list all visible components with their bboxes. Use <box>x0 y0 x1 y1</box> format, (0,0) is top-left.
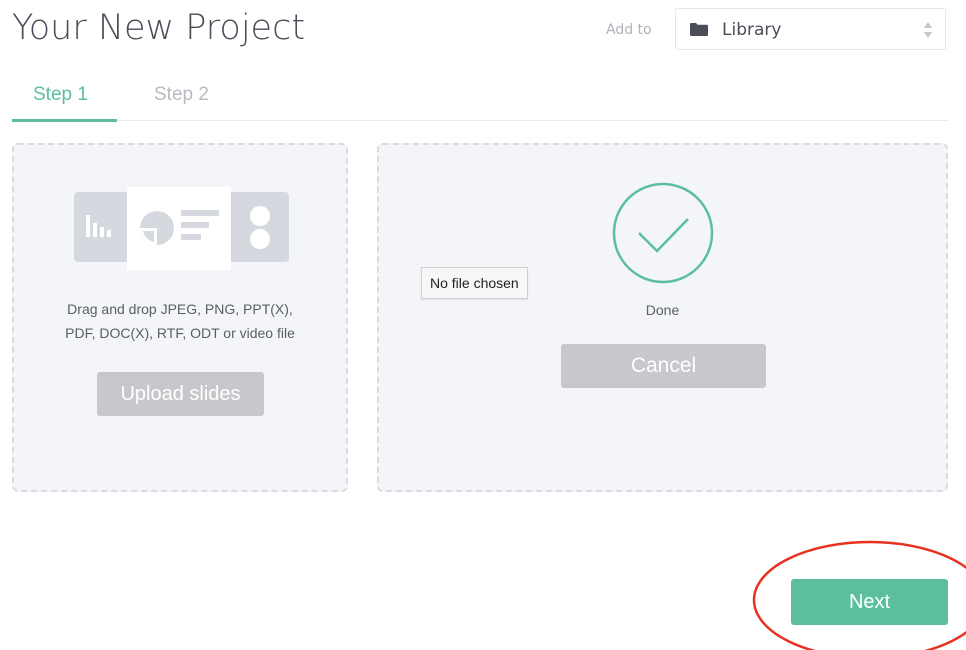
next-button[interactable]: Next <box>791 579 948 625</box>
file-input-tooltip: No file chosen <box>421 267 528 299</box>
active-tab-indicator <box>12 119 117 122</box>
upload-dropzone[interactable]: Drag and drop JPEG, PNG, PPT(X), PDF, DO… <box>12 143 348 492</box>
destination-select[interactable]: Library <box>675 8 946 50</box>
destination-select-value: Library <box>722 20 782 40</box>
new-project-dialog: Your New Project Add to Library Step 1 S… <box>0 0 966 650</box>
add-to-label: Add to <box>606 22 652 38</box>
upload-instructions-line-2: PDF, DOC(X), RTF, ODT or video file <box>65 325 295 341</box>
check-circle-icon <box>612 182 714 284</box>
page-title: Your New Project <box>12 8 306 48</box>
slides-illustration-icon <box>74 187 289 270</box>
folder-icon <box>690 23 708 36</box>
upload-status-text: Done <box>645 302 680 318</box>
upload-instructions-line-1: Drag and drop JPEG, PNG, PPT(X), <box>67 301 293 317</box>
upload-status-panel: No file chosen Done Cancel <box>377 143 948 492</box>
select-arrows-icon <box>924 22 932 38</box>
upload-slides-button[interactable]: Upload slides <box>97 372 264 416</box>
step-tabs: Step 1 Step 2 <box>12 78 948 122</box>
tab-step-2[interactable]: Step 2 <box>154 84 209 106</box>
cancel-button[interactable]: Cancel <box>561 344 766 388</box>
upload-instructions: Drag and drop JPEG, PNG, PPT(X), PDF, DO… <box>14 297 346 345</box>
tab-step-1[interactable]: Step 1 <box>33 84 88 106</box>
